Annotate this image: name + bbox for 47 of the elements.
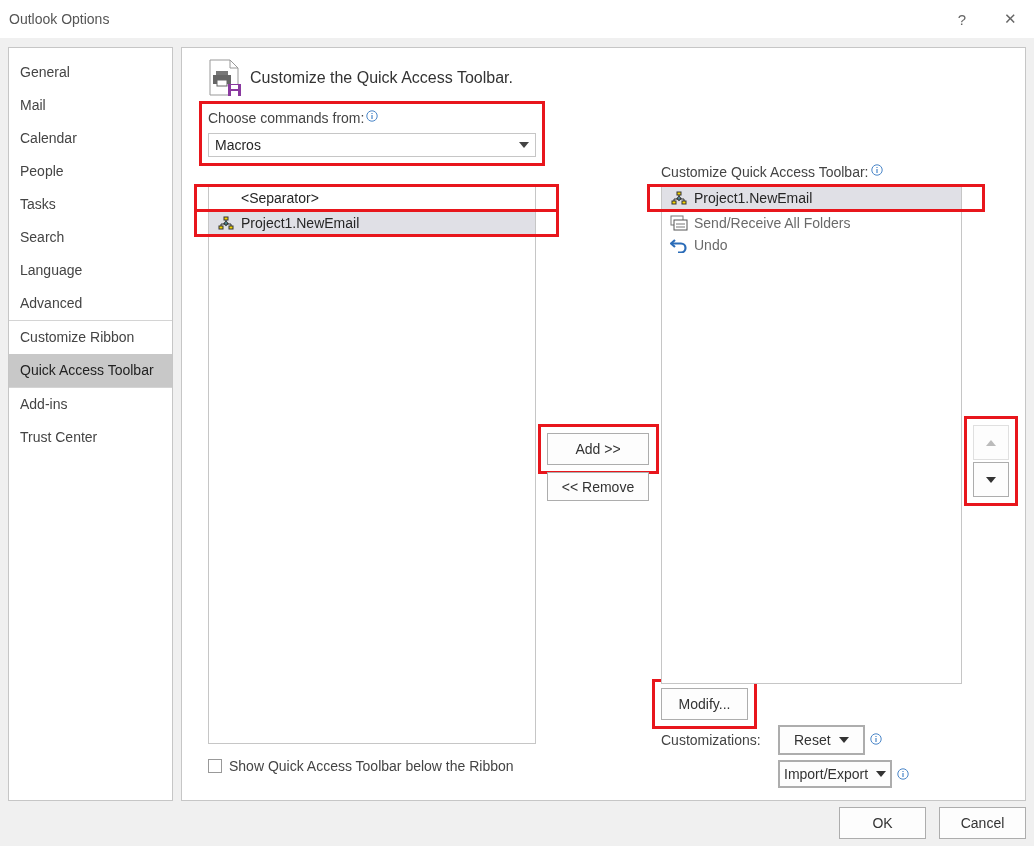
sidebar-item[interactable]: Calendar: [9, 122, 172, 155]
sidebar-item[interactable]: Tasks: [9, 188, 172, 221]
down-arrow-icon: [986, 476, 996, 483]
list-item[interactable]: <Separator>: [209, 187, 535, 209]
info-icon: [366, 110, 379, 122]
field-label: Choose commands from:: [208, 110, 365, 126]
import-export-button[interactable]: Import/Export: [778, 760, 893, 788]
macro-icon: [218, 216, 234, 230]
sidebar-item[interactable]: Mail: [9, 89, 172, 122]
sidebar-item[interactable]: Add-ins: [9, 387, 172, 421]
move-down-button[interactable]: [973, 462, 1009, 497]
customizations-label: Customizations:: [661, 732, 762, 748]
sidebar-item[interactable]: Language: [9, 254, 172, 287]
info-icon: [869, 733, 882, 745]
modify-button[interactable]: Modify...: [661, 688, 748, 720]
up-arrow-icon: [986, 439, 996, 446]
info-icon: [870, 164, 883, 176]
caret-icon: [519, 142, 529, 148]
ok-button[interactable]: OK: [839, 807, 926, 839]
sidebar-item[interactable]: People: [9, 155, 172, 188]
sidebar-item[interactable]: Advanced: [9, 287, 172, 320]
list-item[interactable]: Send/Receive All Folders: [662, 212, 961, 234]
list-item[interactable]: Project1.NewEmail: [662, 187, 961, 209]
window-title: Outlook Options: [9, 11, 111, 27]
commands-dropdown[interactable]: Macros: [208, 133, 536, 157]
sidebar-item[interactable]: Trust Center: [9, 421, 172, 454]
undo-icon: [670, 237, 688, 253]
info-icon: [897, 768, 910, 780]
section-title: Customize the Quick Access Toolbar.: [250, 69, 513, 87]
mail-stack-icon: [670, 215, 688, 231]
field-label: Customize Quick Access Toolbar:: [661, 164, 869, 180]
caret-icon: [838, 737, 849, 743]
checkbox[interactable]: [208, 759, 222, 773]
macro-icon: [671, 191, 687, 205]
sidebar-item[interactable]: Search: [9, 221, 172, 254]
list-item[interactable]: Project1.NewEmail: [209, 212, 535, 234]
remove-button[interactable]: << Remove: [547, 472, 649, 501]
sidebar-item[interactable]: General: [9, 56, 172, 89]
close-button[interactable]: ✕: [986, 10, 1034, 28]
help-button[interactable]: ?: [938, 10, 986, 28]
sidebar-item[interactable]: Quick Access Toolbar: [9, 354, 172, 387]
add-button[interactable]: Add >>: [547, 433, 649, 465]
reset-button[interactable]: Reset: [778, 725, 865, 755]
caret-icon: [876, 771, 887, 777]
list-item[interactable]: Undo: [662, 234, 961, 256]
cancel-button[interactable]: Cancel: [939, 807, 1026, 839]
checkbox-label: Show Quick Access Toolbar below the Ribbon: [229, 758, 514, 774]
